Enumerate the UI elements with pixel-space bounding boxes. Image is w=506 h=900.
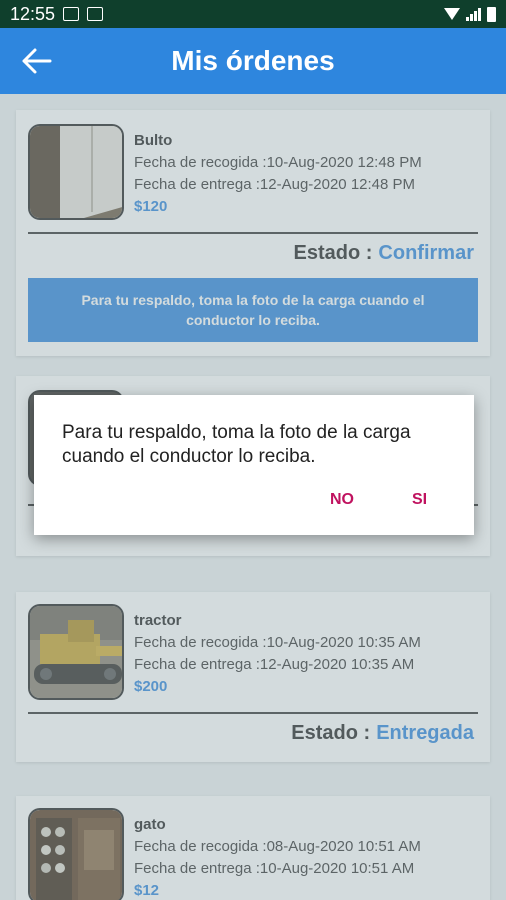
dialog-message: Para tu respaldo, toma la foto de la car…: [62, 422, 411, 467]
wifi-icon: [444, 8, 460, 20]
status-bar: 12:55: [0, 0, 506, 28]
status-time: 12:55: [10, 3, 56, 24]
signal-icon: [466, 7, 481, 21]
translate-notification-icon: [87, 7, 104, 21]
gallery-notification-icon: [63, 7, 80, 21]
si-button[interactable]: SI: [412, 491, 427, 509]
no-button[interactable]: NO: [330, 491, 354, 509]
back-arrow-icon[interactable]: [20, 46, 54, 76]
confirm-dialog: Para tu respaldo, toma la foto de la car…: [34, 395, 474, 535]
battery-icon: [487, 6, 496, 22]
page-title: Mis órdenes: [171, 45, 335, 76]
app-bar: Mis órdenes: [0, 28, 506, 94]
